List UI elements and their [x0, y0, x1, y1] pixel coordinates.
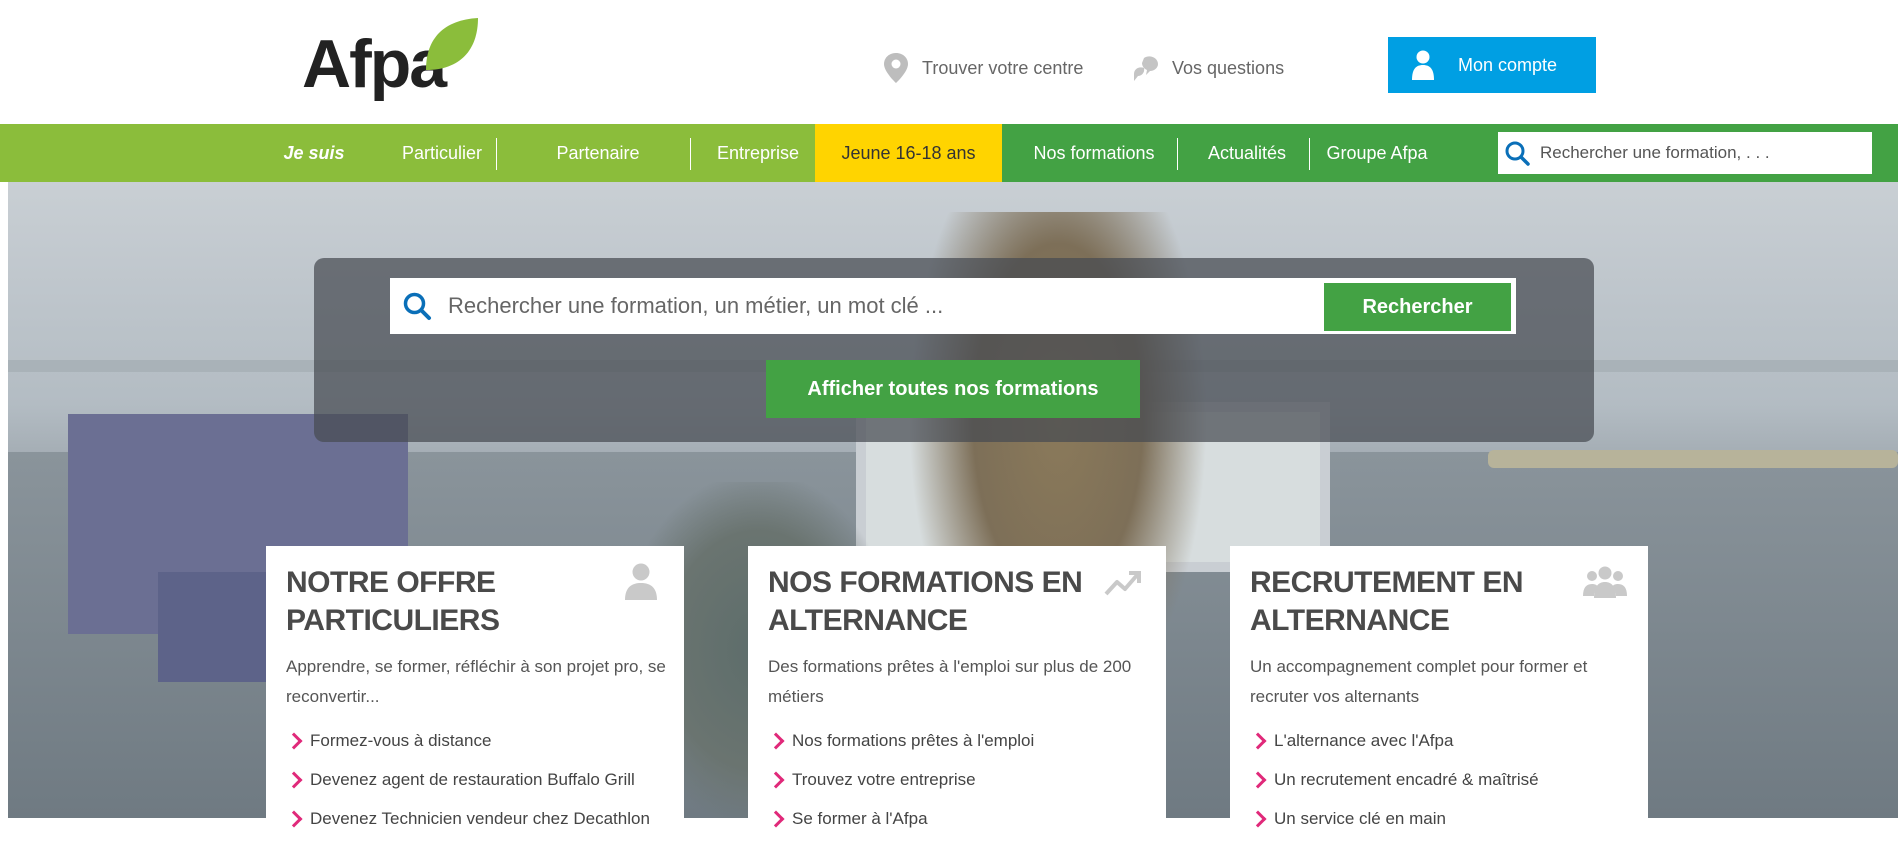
chevron-right-icon	[767, 771, 785, 789]
group-icon	[1583, 566, 1627, 598]
card-link[interactable]: Se former à l'Afpa	[767, 806, 1158, 845]
card-link-label: Devenez Technicien vendeur chez Decathlo…	[310, 809, 650, 828]
chevron-right-icon	[1249, 732, 1267, 750]
nav-divider	[1309, 138, 1310, 170]
map-pin-icon	[884, 53, 908, 83]
site-header: Afpa Trouver votre centre Vos questions …	[0, 0, 1898, 124]
nav-lead-label: Je suis	[283, 142, 345, 163]
card-title[interactable]: NOS FORMATIONS EN ALTERNANCE	[768, 564, 1098, 640]
chevron-right-icon	[1249, 810, 1267, 828]
show-all-formations-button[interactable]: Afficher toutes nos formations	[766, 360, 1140, 418]
card-link-label: Nos formations prêtes à l'emploi	[792, 731, 1035, 750]
card-link[interactable]: Trouvez votre entreprise	[767, 767, 1158, 806]
card-link[interactable]: Un service clé en main	[1249, 806, 1640, 845]
questions-link[interactable]: Vos questions	[1132, 52, 1284, 84]
trend-up-icon	[1104, 571, 1141, 596]
card-link-label: Trouvez votre entreprise	[792, 770, 976, 789]
my-account-label: Mon compte	[1458, 54, 1558, 75]
find-center-label: Trouver votre centre	[922, 57, 1084, 78]
card-link-list: Formez-vous à distance Devenez agent de …	[285, 728, 676, 845]
card-link-list: Nos formations prêtes à l'emploi Trouvez…	[767, 728, 1158, 845]
card-link-label: Formez-vous à distance	[310, 731, 492, 750]
card-link[interactable]: Nos formations prêtes à l'emploi	[767, 728, 1158, 767]
card-link-label: Un service clé en main	[1274, 809, 1446, 828]
nav-divider	[1177, 138, 1178, 170]
chevron-right-icon	[285, 771, 303, 789]
chevron-right-icon	[285, 732, 303, 750]
chevron-right-icon	[285, 810, 303, 828]
card-title[interactable]: NOTRE OFFRE PARTICULIERS	[286, 564, 616, 640]
search-button[interactable]: Rechercher	[1324, 283, 1511, 331]
card-description: Un accompagnement complet pour former et…	[1250, 657, 1588, 706]
search-icon	[403, 292, 431, 320]
find-center-link[interactable]: Trouver votre centre	[882, 52, 1083, 84]
nav-divider	[690, 138, 691, 170]
nav-item-jeune[interactable]: Jeune 16-18 ans	[815, 124, 1002, 182]
card-link-label: Se former à l'Afpa	[792, 809, 928, 828]
nav-item-formations[interactable]: Nos formations	[1024, 124, 1164, 182]
chevron-right-icon	[1249, 771, 1267, 789]
chevron-right-icon	[767, 732, 785, 750]
card-recrutement-alternance: RECRUTEMENT EN ALTERNANCE Un accompagnem…	[1230, 546, 1648, 828]
nav-item-particulier[interactable]: Particulier	[392, 124, 492, 182]
questions-label: Vos questions	[1172, 57, 1285, 78]
card-link[interactable]: L'alternance avec l'Afpa	[1249, 728, 1640, 767]
nav-search-input[interactable]	[1538, 142, 1862, 164]
my-account-button[interactable]: Mon compte	[1388, 37, 1596, 93]
hero-rail-yellow	[1488, 450, 1898, 468]
card-description: Des formations prêtes à l'emploi sur plu…	[768, 657, 1132, 706]
person-icon	[625, 563, 657, 600]
card-link-label: Devenez agent de restauration Buffalo Gr…	[310, 770, 635, 789]
card-link-label: L'alternance avec l'Afpa	[1274, 731, 1454, 750]
nav-item-partenaire[interactable]: Partenaire	[540, 124, 656, 182]
nav-item-entreprise[interactable]: Entreprise	[708, 124, 808, 182]
leaf-icon	[426, 18, 478, 70]
card-formations-alternance: NOS FORMATIONS EN ALTERNANCE Des formati…	[748, 546, 1166, 828]
nav-search-box	[1498, 132, 1872, 174]
chevron-right-icon	[767, 810, 785, 828]
card-link-list: L'alternance avec l'Afpa Un recrutement …	[1249, 728, 1640, 845]
card-link[interactable]: Un recrutement encadré & maîtrisé	[1249, 767, 1640, 806]
card-link-label: Un recrutement encadré & maîtrisé	[1274, 770, 1539, 789]
user-icon	[1412, 50, 1434, 80]
chat-bubbles-icon	[1134, 56, 1158, 81]
card-link[interactable]: Devenez Technicien vendeur chez Decathlo…	[285, 806, 676, 845]
nav-item-actualites[interactable]: Actualités	[1196, 124, 1298, 182]
card-particuliers: NOTRE OFFRE PARTICULIERS Apprendre, se f…	[266, 546, 684, 828]
search-icon[interactable]	[1504, 140, 1530, 166]
card-link[interactable]: Formez-vous à distance	[285, 728, 676, 767]
card-description: Apprendre, se former, réfléchir à son pr…	[286, 657, 666, 706]
main-search-input[interactable]	[446, 292, 1310, 320]
card-link[interactable]: Devenez agent de restauration Buffalo Gr…	[285, 767, 676, 806]
nav-divider	[496, 138, 497, 170]
nav-item-groupe[interactable]: Groupe Afpa	[1320, 124, 1434, 182]
card-title[interactable]: RECRUTEMENT EN ALTERNANCE	[1250, 564, 1580, 640]
afpa-logo[interactable]: Afpa	[302, 16, 482, 108]
